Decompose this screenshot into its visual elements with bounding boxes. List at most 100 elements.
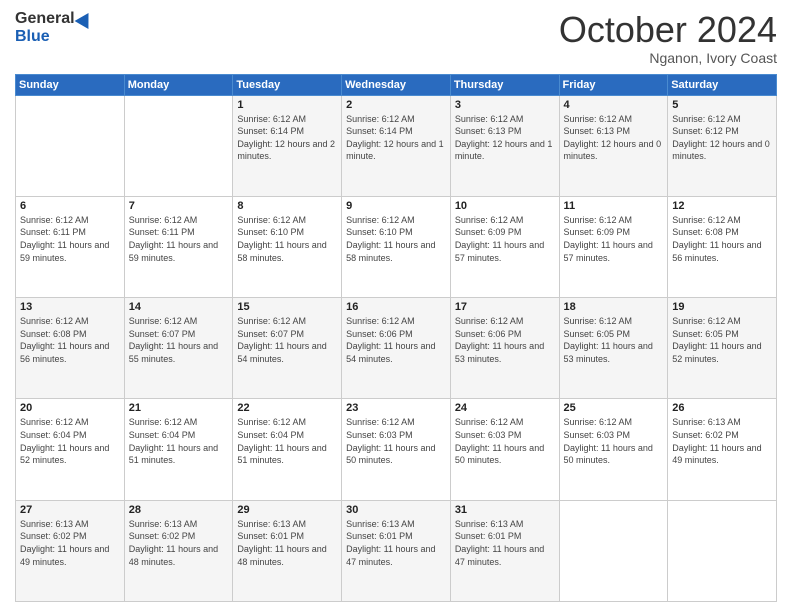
table-row: [124, 95, 233, 196]
day-info: Sunrise: 6:12 AM Sunset: 6:09 PM Dayligh…: [564, 214, 664, 264]
table-row: [559, 500, 668, 601]
table-row: 23 Sunrise: 6:12 AM Sunset: 6:03 PM Dayli…: [342, 399, 451, 500]
day-number: 9: [346, 200, 446, 212]
calendar-location: Nganon, Ivory Coast: [559, 50, 777, 66]
table-row: 22Sunrise: 6:12 AM Sunset: 6:04 PM Dayli…: [233, 399, 342, 500]
day-number: 8: [237, 200, 337, 212]
table-row: [16, 95, 125, 196]
calendar-week-row: 20Sunrise: 6:12 AM Sunset: 6:04 PM Dayli…: [16, 399, 777, 500]
day-number: 7: [129, 200, 229, 212]
day-number: 21: [129, 402, 229, 414]
day-info: Sunrise: 6:12 AM Sunset: 6:03 PM Dayligh…: [564, 416, 664, 466]
table-row: 26 Sunrise: 6:13 AM Sunset: 6:02 PM Dayli…: [668, 399, 777, 500]
day-info: Sunrise: 6:12 AM Sunset: 6:12 PM Dayligh…: [672, 113, 772, 163]
day-number: 3: [455, 99, 555, 111]
day-info: Sunrise: 6:12 AM Sunset: 6:04 PM Dayligh…: [129, 416, 229, 466]
day-info: Sunrise: 6:12 AM Sunset: 6:03 PM Dayligh…: [346, 416, 446, 466]
day-info: Sunrise: 6:13 AM Sunset: 6:02 PM Dayligh…: [129, 518, 229, 568]
day-info: Sunrise: 6:12 AM Sunset: 6:07 PM Dayligh…: [237, 315, 337, 365]
day-number: 19: [672, 301, 772, 313]
table-row: 7Sunrise: 6:12 AM Sunset: 6:11 PM Daylig…: [124, 196, 233, 297]
day-number: 12: [672, 200, 772, 212]
table-row: 5 Sunrise: 6:12 AM Sunset: 6:12 PM Daylig…: [668, 95, 777, 196]
table-row: 31 Sunrise: 6:13 AM Sunset: 6:01 PM Dayli…: [450, 500, 559, 601]
day-info: Sunrise: 6:13 AM Sunset: 6:01 PM Dayligh…: [237, 518, 337, 568]
day-number: 13: [20, 301, 120, 313]
table-row: 15Sunrise: 6:12 AM Sunset: 6:07 PM Dayli…: [233, 298, 342, 399]
col-monday: Monday: [124, 74, 233, 95]
day-info: Sunrise: 6:13 AM Sunset: 6:01 PM Dayligh…: [346, 518, 446, 568]
table-row: 1 Sunrise: 6:12 AM Sunset: 6:14 PM Daylig…: [233, 95, 342, 196]
day-info: Sunrise: 6:13 AM Sunset: 6:02 PM Dayligh…: [20, 518, 120, 568]
day-number: 11: [564, 200, 664, 212]
day-number: 1: [237, 99, 337, 111]
day-number: 24: [455, 402, 555, 414]
day-info: Sunrise: 6:12 AM Sunset: 6:04 PM Dayligh…: [20, 416, 120, 466]
day-info: Sunrise: 6:12 AM Sunset: 6:05 PM Dayligh…: [672, 315, 772, 365]
day-info: Sunrise: 6:12 AM Sunset: 6:08 PM Dayligh…: [20, 315, 120, 365]
day-number: 18: [564, 301, 664, 313]
day-info: Sunrise: 6:12 AM Sunset: 6:14 PM Dayligh…: [346, 113, 446, 163]
table-row: [668, 500, 777, 601]
calendar-table: Sunday Monday Tuesday Wednesday Thursday…: [15, 74, 777, 602]
table-row: 13 Sunrise: 6:12 AM Sunset: 6:08 PM Dayli…: [16, 298, 125, 399]
day-number: 2: [346, 99, 446, 111]
table-row: 8 Sunrise: 6:12 AM Sunset: 6:10 PM Daylig…: [233, 196, 342, 297]
table-row: 30 Sunrise: 6:13 AM Sunset: 6:01 PM Dayli…: [342, 500, 451, 601]
day-info: Sunrise: 6:12 AM Sunset: 6:06 PM Dayligh…: [455, 315, 555, 365]
header: General Blue October 2024 Nganon, Ivory …: [15, 10, 777, 66]
table-row: 2 Sunrise: 6:12 AM Sunset: 6:14 PM Daylig…: [342, 95, 451, 196]
day-number: 31: [455, 504, 555, 516]
col-wednesday: Wednesday: [342, 74, 451, 95]
day-info: Sunrise: 6:12 AM Sunset: 6:08 PM Dayligh…: [672, 214, 772, 264]
day-number: 14: [129, 301, 229, 313]
day-number: 25: [564, 402, 664, 414]
logo: General Blue: [15, 10, 93, 46]
logo-blue-text: Blue: [15, 28, 50, 45]
calendar-week-row: 27 Sunrise: 6:13 AM Sunset: 6:02 PM Dayli…: [16, 500, 777, 601]
logo-triangle-icon: [74, 9, 95, 29]
col-tuesday: Tuesday: [233, 74, 342, 95]
day-number: 16: [346, 301, 446, 313]
table-row: 4Sunrise: 6:12 AM Sunset: 6:13 PM Daylig…: [559, 95, 668, 196]
table-row: 20Sunrise: 6:12 AM Sunset: 6:04 PM Dayli…: [16, 399, 125, 500]
table-row: 29Sunrise: 6:13 AM Sunset: 6:01 PM Dayli…: [233, 500, 342, 601]
table-row: 3 Sunrise: 6:12 AM Sunset: 6:13 PM Daylig…: [450, 95, 559, 196]
table-row: 11 Sunrise: 6:12 AM Sunset: 6:09 PM Dayli…: [559, 196, 668, 297]
day-info: Sunrise: 6:13 AM Sunset: 6:02 PM Dayligh…: [672, 416, 772, 466]
col-saturday: Saturday: [668, 74, 777, 95]
table-row: 9 Sunrise: 6:12 AM Sunset: 6:10 PM Daylig…: [342, 196, 451, 297]
col-friday: Friday: [559, 74, 668, 95]
day-number: 30: [346, 504, 446, 516]
day-number: 26: [672, 402, 772, 414]
table-row: 16Sunrise: 6:12 AM Sunset: 6:06 PM Dayli…: [342, 298, 451, 399]
day-info: Sunrise: 6:13 AM Sunset: 6:01 PM Dayligh…: [455, 518, 555, 568]
table-row: 12 Sunrise: 6:12 AM Sunset: 6:08 PM Dayli…: [668, 196, 777, 297]
page: General Blue October 2024 Nganon, Ivory …: [0, 0, 792, 612]
day-info: Sunrise: 6:12 AM Sunset: 6:11 PM Dayligh…: [20, 214, 120, 264]
day-number: 10: [455, 200, 555, 212]
table-row: 28Sunrise: 6:13 AM Sunset: 6:02 PM Dayli…: [124, 500, 233, 601]
day-number: 23: [346, 402, 446, 414]
day-info: Sunrise: 6:12 AM Sunset: 6:10 PM Dayligh…: [346, 214, 446, 264]
table-row: 6 Sunrise: 6:12 AM Sunset: 6:11 PM Daylig…: [16, 196, 125, 297]
table-row: 21 Sunrise: 6:12 AM Sunset: 6:04 PM Dayli…: [124, 399, 233, 500]
calendar-week-row: 6 Sunrise: 6:12 AM Sunset: 6:11 PM Daylig…: [16, 196, 777, 297]
day-info: Sunrise: 6:12 AM Sunset: 6:04 PM Dayligh…: [237, 416, 337, 466]
table-row: 17Sunrise: 6:12 AM Sunset: 6:06 PM Dayli…: [450, 298, 559, 399]
day-number: 27: [20, 504, 120, 516]
col-sunday: Sunday: [16, 74, 125, 95]
table-row: 19 Sunrise: 6:12 AM Sunset: 6:05 PM Dayli…: [668, 298, 777, 399]
table-row: 14Sunrise: 6:12 AM Sunset: 6:07 PM Dayli…: [124, 298, 233, 399]
day-number: 6: [20, 200, 120, 212]
logo-general-text: General: [15, 10, 75, 28]
day-info: Sunrise: 6:12 AM Sunset: 6:03 PM Dayligh…: [455, 416, 555, 466]
table-row: 25 Sunrise: 6:12 AM Sunset: 6:03 PM Dayli…: [559, 399, 668, 500]
calendar-week-row: 13 Sunrise: 6:12 AM Sunset: 6:08 PM Dayli…: [16, 298, 777, 399]
day-info: Sunrise: 6:12 AM Sunset: 6:10 PM Dayligh…: [237, 214, 337, 264]
calendar-week-row: 1 Sunrise: 6:12 AM Sunset: 6:14 PM Daylig…: [16, 95, 777, 196]
day-info: Sunrise: 6:12 AM Sunset: 6:14 PM Dayligh…: [237, 113, 337, 163]
day-info: Sunrise: 6:12 AM Sunset: 6:13 PM Dayligh…: [455, 113, 555, 163]
table-row: 27 Sunrise: 6:13 AM Sunset: 6:02 PM Dayli…: [16, 500, 125, 601]
day-number: 5: [672, 99, 772, 111]
